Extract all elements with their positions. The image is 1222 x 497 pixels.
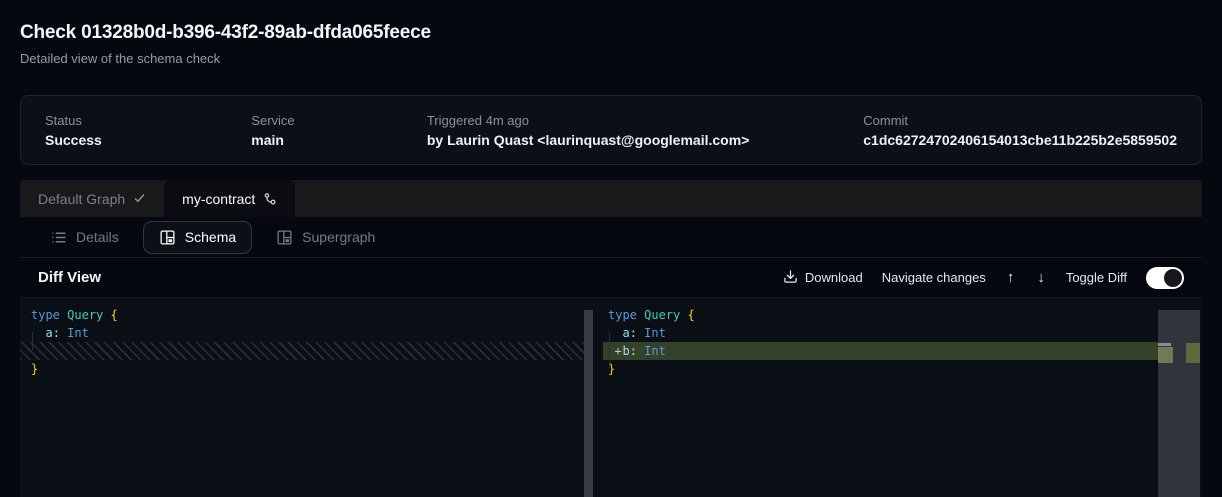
contract-tab-label: Default Graph <box>38 191 125 207</box>
overview-field-value: c1dc62724702406154013cbe11b225b2e5859502 <box>863 132 1177 148</box>
view-tab-label: Schema <box>185 229 236 245</box>
view-tab-label: Details <box>76 229 119 245</box>
download-button[interactable]: Download <box>783 269 863 287</box>
added-line-marker-soft <box>1158 347 1173 363</box>
indent-guide <box>32 332 33 350</box>
contract-tab-my-contract[interactable]: my-contract <box>164 180 295 217</box>
code-line: type Query { <box>20 306 592 324</box>
switch-knob <box>1164 269 1182 287</box>
schema-check-page: Check 01328b0d-b396-43f2-89ab-dfda065fee… <box>0 0 1222 497</box>
diff-toolbar: Diff View Download Navigate changes ↑ ↓ … <box>20 258 1202 298</box>
tab-schema[interactable]: Schema <box>143 221 252 254</box>
view-tab-label: Supergraph <box>302 229 375 245</box>
code-line: type Query { <box>603 306 1158 324</box>
overview-field: Status Success <box>45 113 251 148</box>
diff-filler-line <box>20 342 592 360</box>
navigate-changes-label: Navigate changes <box>882 270 986 285</box>
list-icon <box>50 229 67 246</box>
overview-field-label: Status <box>45 113 251 128</box>
code-line: } <box>20 360 592 378</box>
diff-pane-modified[interactable]: type Query { a: Int b: Int} <box>603 306 1158 378</box>
code-line: } <box>603 360 1158 378</box>
toggle-diff-switch[interactable] <box>1146 267 1184 289</box>
diff-view-title: Diff View <box>38 269 101 286</box>
check-icon <box>133 192 146 205</box>
page-subtitle: Detailed view of the schema check <box>20 51 431 66</box>
code-line: b: Int <box>603 342 1158 360</box>
overview-field-value: main <box>251 132 427 148</box>
added-line-plus-sign: + <box>610 342 626 360</box>
contract-tabs: Default Graph my-contract <box>20 180 1202 217</box>
overview-field-value: by Laurin Quast <laurinquast@googlemail.… <box>427 132 863 148</box>
contract-tab-label: my-contract <box>182 191 255 207</box>
download-icon <box>783 269 798 287</box>
tab-supergraph[interactable]: Supergraph <box>260 221 391 254</box>
code-line: a: Int <box>603 324 1158 342</box>
overview-field: Service main <box>251 113 427 148</box>
modified-pane-scrollbar[interactable] <box>1158 310 1200 497</box>
check-overview-card: Status SuccessService mainTriggered 4m ago… <box>20 95 1202 165</box>
diff-controls: Download Navigate changes ↑ ↓ Toggle Dif… <box>783 267 1184 289</box>
next-change-button[interactable]: ↓ <box>1035 270 1047 285</box>
overview-field: Triggered 4m ago by Laurin Quast <laurinq… <box>427 113 863 148</box>
split-icon <box>263 192 277 206</box>
overview-field: Commit c1dc62724702406154013cbe11b225b2e5… <box>863 113 1177 148</box>
schema-diff-editor: type Query { a: Int} type Query { a: Int… <box>20 298 1202 497</box>
original-pane-scrollbar[interactable] <box>584 310 593 497</box>
tab-details[interactable]: Details <box>34 221 135 254</box>
overview-field-label: Triggered 4m ago <box>427 113 863 128</box>
toggle-diff-label: Toggle Diff <box>1066 270 1127 285</box>
page-title: Check 01328b0d-b396-43f2-89ab-dfda065fee… <box>20 22 431 44</box>
previous-change-button[interactable]: ↑ <box>1005 270 1017 285</box>
overview-field-label: Commit <box>863 113 1177 128</box>
columns-icon <box>159 229 176 246</box>
columns-icon <box>276 229 293 246</box>
overview-field-label: Service <box>251 113 427 128</box>
page-header: Check 01328b0d-b396-43f2-89ab-dfda065fee… <box>20 22 431 66</box>
download-label: Download <box>805 270 863 285</box>
code-line: a: Int <box>20 324 592 342</box>
view-tabs: Details Schema Supergraph <box>20 217 1202 258</box>
overview-field-value: Success <box>45 132 251 148</box>
contract-tab-default-graph[interactable]: Default Graph <box>20 180 164 217</box>
diff-position-marker <box>1158 343 1171 346</box>
added-line-marker <box>1186 343 1200 363</box>
diff-pane-original[interactable]: type Query { a: Int} <box>20 306 592 378</box>
